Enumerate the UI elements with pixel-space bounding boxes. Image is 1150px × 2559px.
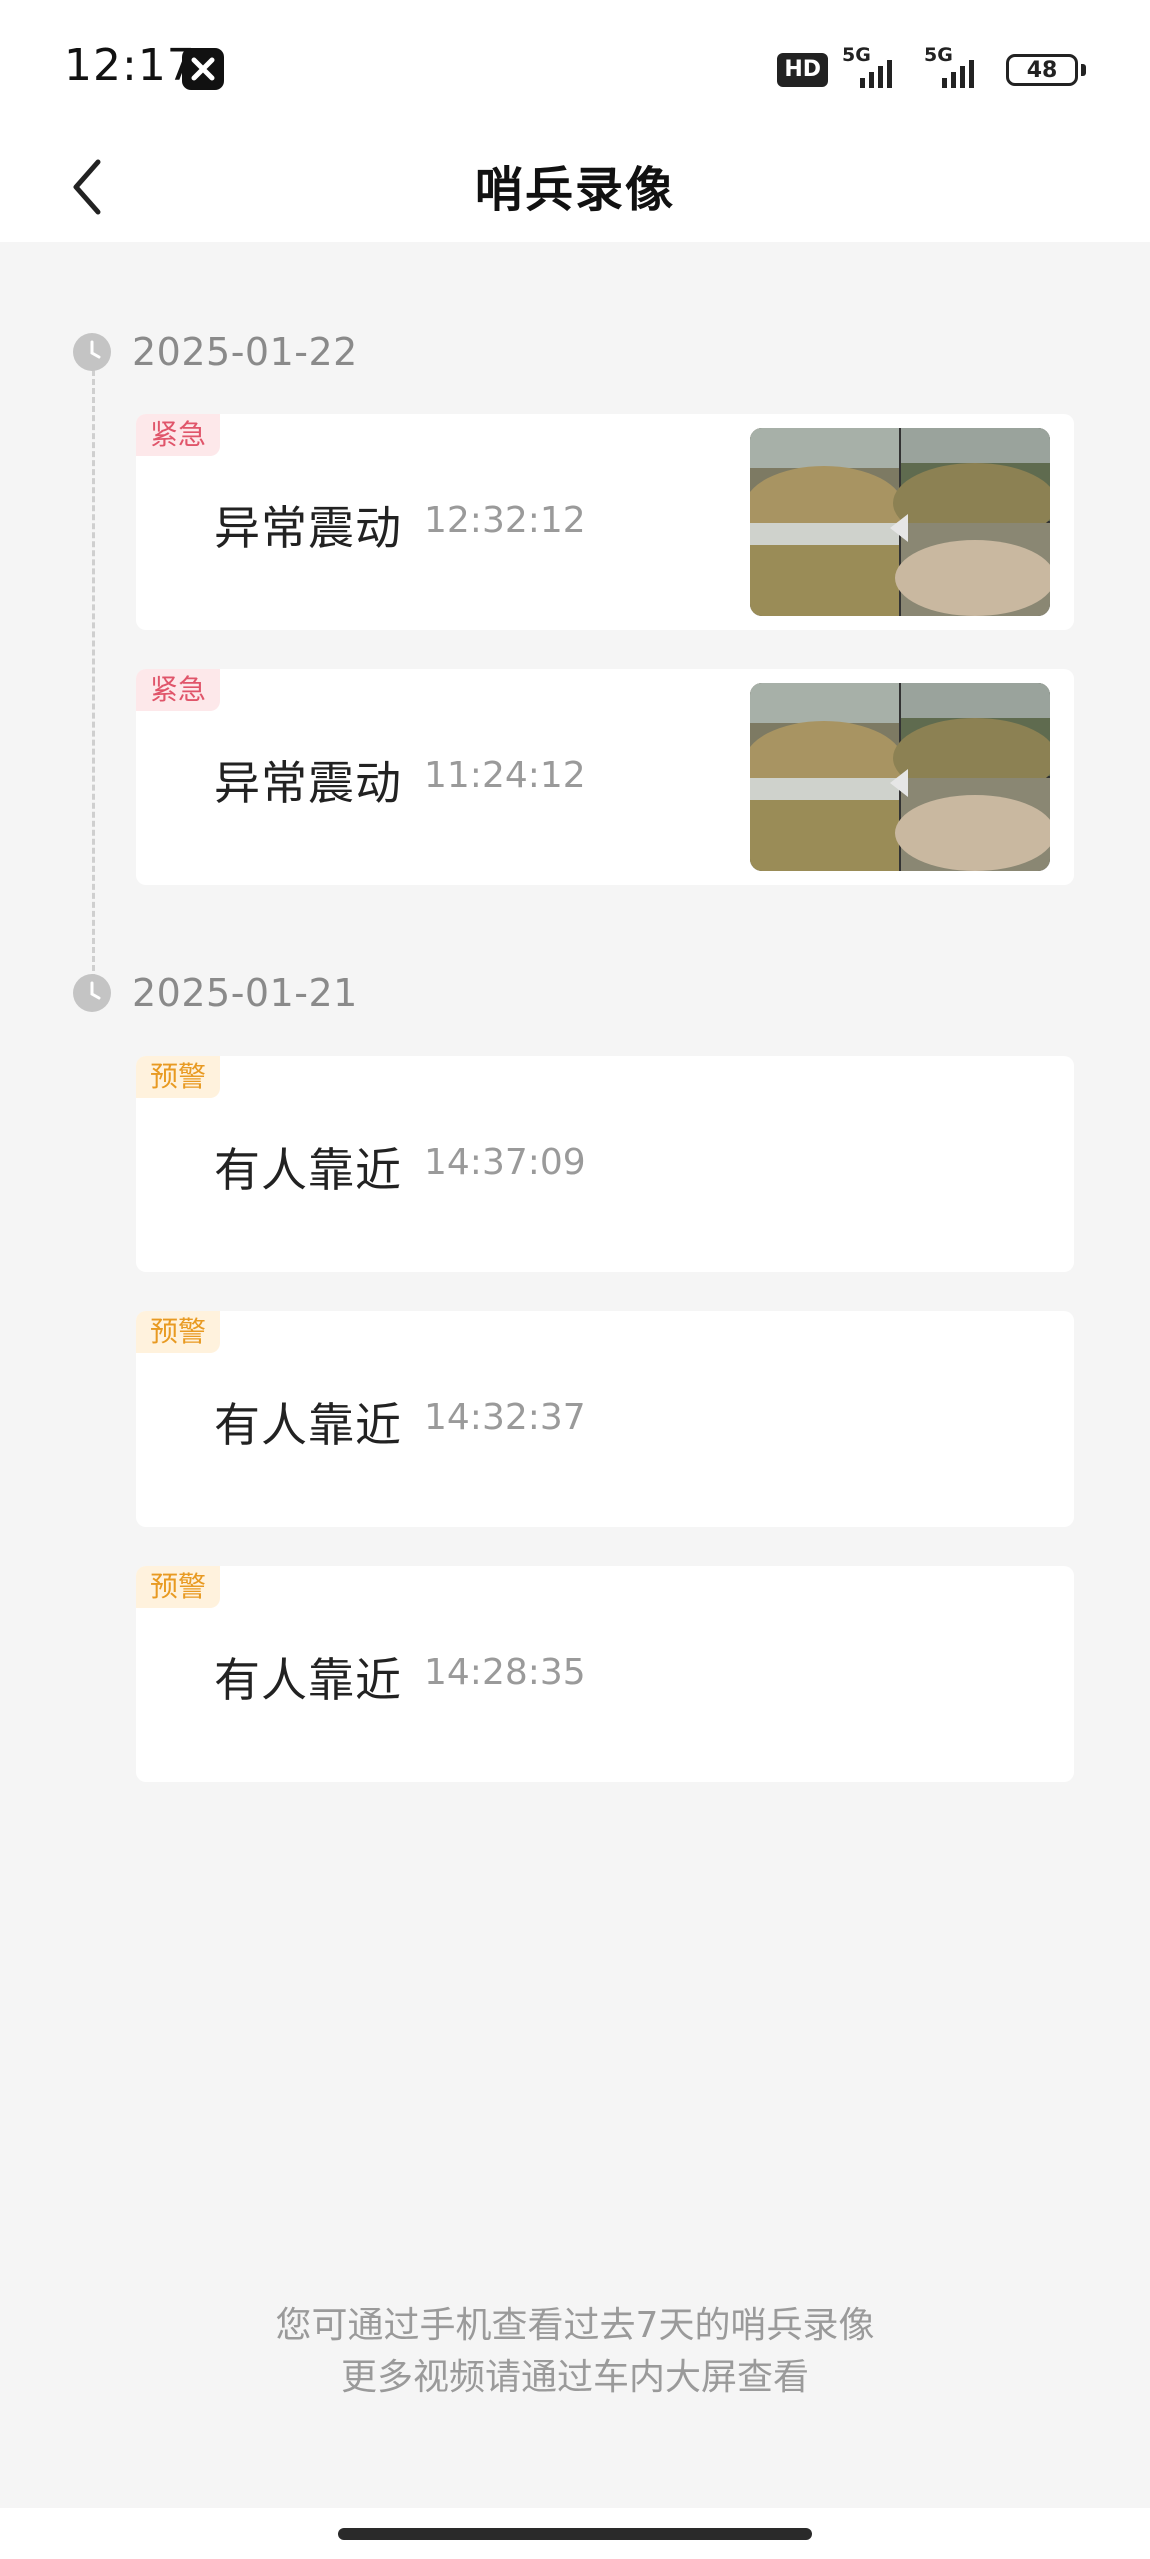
date-label: 2025-01-22 <box>132 330 358 374</box>
navigation-header: 哨兵录像 <box>0 130 1150 242</box>
video-thumbnail[interactable] <box>750 683 1050 871</box>
battery-icon: 48 <box>1006 54 1078 86</box>
battery-level: 48 <box>1026 57 1058 83</box>
clock-icon <box>73 974 111 1012</box>
event-name: 有人靠近 <box>214 1143 402 1197</box>
status-indicators: HD 5G 5G 48 <box>777 44 1086 92</box>
gesture-bar <box>0 2508 1150 2559</box>
signal-icon: 5G <box>924 44 990 92</box>
event-time: 12:32:12 <box>424 500 586 541</box>
clock-icon <box>73 333 111 371</box>
page-title: 哨兵录像 <box>474 162 675 218</box>
app-notification-icon <box>182 48 224 90</box>
urgent-tag: 紧急 <box>136 669 221 711</box>
date-label: 2025-01-21 <box>132 971 358 1015</box>
recording-card[interactable]: 紧急 异常震动 11:24:12 <box>136 669 1074 885</box>
hd-voice-icon: HD <box>777 53 828 87</box>
battery-cap <box>1081 64 1086 76</box>
event-name: 有人靠近 <box>214 1653 402 1707</box>
recording-card[interactable]: 预警 有人靠近 14:32:37 <box>136 1311 1074 1527</box>
warning-tag: 预警 <box>136 1056 221 1098</box>
home-indicator[interactable] <box>338 2528 812 2540</box>
warning-tag: 预警 <box>136 1566 221 1608</box>
recording-card[interactable]: 预警 有人靠近 14:28:35 <box>136 1566 1074 1782</box>
timeline-line <box>92 370 95 980</box>
date-header: 2025-01-22 <box>72 327 358 377</box>
event-time: 11:24:12 <box>424 755 586 796</box>
event-time: 14:28:35 <box>424 1652 586 1693</box>
footer-line-2: 更多视频请通过车内大屏查看 <box>340 2357 809 2398</box>
urgent-tag: 紧急 <box>136 414 221 456</box>
video-thumbnail[interactable] <box>750 428 1050 616</box>
status-bar: 12:17 HD 5G 5G 48 <box>0 0 1150 130</box>
footer-line-1: 您可通过手机查看过去7天的哨兵录像 <box>275 2305 875 2346</box>
warning-tag: 预警 <box>136 1311 221 1353</box>
event-name: 有人靠近 <box>214 1398 402 1452</box>
screen: 12:17 HD 5G 5G 48 哨兵录像 2025-01-22 紧急 异常震… <box>0 0 1150 2559</box>
recording-card[interactable]: 预警 有人靠近 14:37:09 <box>136 1056 1074 1272</box>
recording-card[interactable]: 紧急 异常震动 12:32:12 <box>136 414 1074 630</box>
event-time: 14:37:09 <box>424 1142 586 1183</box>
footer-note: 您可通过手机查看过去7天的哨兵录像 更多视频请通过车内大屏查看 <box>0 2300 1150 2404</box>
event-time: 14:32:37 <box>424 1397 586 1438</box>
date-header: 2025-01-21 <box>72 968 358 1018</box>
status-time: 12:17 <box>64 40 196 91</box>
event-name: 异常震动 <box>214 501 402 555</box>
signal-icon: 5G <box>842 44 908 92</box>
event-name: 异常震动 <box>214 756 402 810</box>
